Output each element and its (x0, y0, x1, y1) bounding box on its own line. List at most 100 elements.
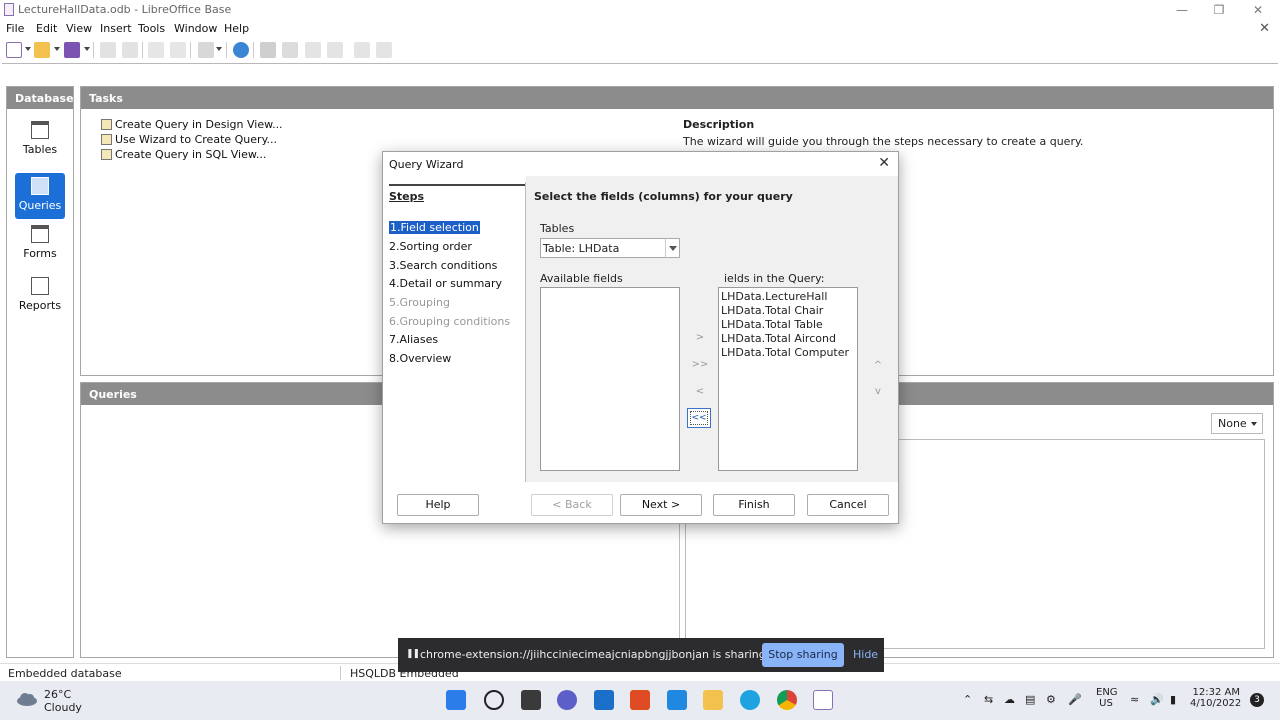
battery-icon[interactable]: ▮ (1170, 693, 1176, 706)
search-icon[interactable] (484, 690, 504, 710)
move-up-button[interactable]: ^ (866, 356, 890, 376)
panel-heading: Select the fields (columns) for your que… (534, 190, 793, 203)
move-all-right-button[interactable]: >> (688, 355, 712, 375)
form-dropdown-icon[interactable] (216, 47, 222, 51)
chrome-icon[interactable] (777, 690, 797, 710)
delete-icon[interactable] (327, 42, 343, 58)
dialog-title: Query Wizard (389, 158, 464, 171)
sort-ascending-icon[interactable] (148, 42, 164, 58)
menu-insert[interactable]: Insert (100, 22, 132, 35)
wifi-icon[interactable]: ≈ (1130, 693, 1139, 706)
step-aliases[interactable]: 7.Aliases (389, 333, 438, 346)
rename-icon[interactable] (354, 42, 370, 58)
menu-edit[interactable]: Edit (36, 22, 57, 35)
copy-icon[interactable] (100, 42, 116, 58)
list-item[interactable]: LHData.Total Chair (721, 304, 823, 317)
tables-select[interactable]: Table: LHData (540, 238, 680, 258)
store-icon[interactable] (667, 690, 687, 710)
paste-icon[interactable] (122, 42, 138, 58)
status-separator (340, 666, 341, 680)
menu-help[interactable]: Help (224, 22, 249, 35)
settings-tray-icon[interactable]: ⚙ (1046, 693, 1056, 706)
db-item-label: Tables (22, 143, 58, 156)
close-icon[interactable]: ✕ (878, 155, 890, 171)
sync-icon[interactable]: ⇆ (984, 693, 993, 706)
edge-icon[interactable] (740, 690, 760, 710)
preview-select[interactable]: None (1211, 413, 1263, 434)
menu-file[interactable]: File (6, 22, 24, 35)
step-search-conditions[interactable]: 3.Search conditions (389, 259, 497, 272)
finish-button[interactable]: Finish (713, 494, 795, 516)
available-fields-list[interactable] (540, 287, 680, 471)
new-dropdown-icon[interactable] (25, 47, 31, 51)
edit-icon[interactable] (305, 42, 321, 58)
show-hidden-icons-icon[interactable]: ⌃ (963, 693, 972, 706)
new-document-icon[interactable] (6, 42, 22, 58)
move-down-button[interactable]: v (866, 382, 890, 402)
query-design-icon[interactable] (260, 42, 276, 58)
screen-share-banner: ❚❚ chrome-extension://jiihcciniecimeajcn… (398, 638, 884, 672)
cancel-button[interactable]: Cancel (807, 494, 889, 516)
file-explorer-icon[interactable] (703, 690, 723, 710)
db-item-queries[interactable]: Queries (15, 173, 65, 219)
next-button[interactable]: Next > (620, 494, 702, 516)
open-folder-icon[interactable] (34, 42, 50, 58)
db-item-forms[interactable]: Forms (15, 221, 65, 267)
toolbar-separator (253, 42, 254, 58)
network-app-icon[interactable]: ▤ (1025, 693, 1035, 706)
preview-select-value: None (1218, 417, 1247, 430)
save-dropdown-icon[interactable] (84, 47, 90, 51)
microphone-icon[interactable]: 🎤 (1068, 693, 1082, 706)
list-item[interactable]: LHData.Total Aircond (721, 332, 836, 345)
notification-badge[interactable]: 3 (1250, 693, 1264, 707)
description-text: The wizard will guide you through the st… (683, 135, 1084, 148)
form-icon[interactable] (198, 42, 214, 58)
step-detail-summary[interactable]: 4.Detail or summary (389, 277, 502, 290)
list-item[interactable]: LHData.LectureHall (721, 290, 827, 303)
language-indicator[interactable]: ENG US (1096, 687, 1118, 709)
step-grouping-conditions: 6.Grouping conditions (389, 315, 511, 328)
chat-icon[interactable] (557, 690, 577, 710)
list-item[interactable]: LHData.Total Computer (721, 346, 849, 359)
help-icon[interactable] (233, 42, 249, 58)
sql-icon[interactable] (282, 42, 298, 58)
move-right-button[interactable]: > (688, 328, 712, 348)
menu-window[interactable]: Window (174, 22, 217, 35)
volume-icon[interactable]: 🔊 (1150, 693, 1164, 706)
restore-button[interactable]: ❐ (1209, 2, 1229, 18)
list-item[interactable]: LHData.Total Table (721, 318, 823, 331)
step-field-selection[interactable]: 1.Field selection (389, 221, 480, 234)
cloud-icon[interactable] (16, 692, 38, 706)
open-dropdown-icon[interactable] (54, 47, 60, 51)
sort-descending-icon[interactable] (170, 42, 186, 58)
move-all-left-button[interactable]: << (687, 408, 711, 428)
task-view-icon[interactable] (521, 690, 541, 710)
hide-banner-button[interactable]: Hide (853, 648, 878, 661)
start-icon[interactable] (446, 690, 466, 710)
stop-sharing-button[interactable]: Stop sharing (762, 643, 844, 667)
weather-condition[interactable]: Cloudy (44, 701, 82, 714)
close-window-button[interactable]: ✕ (1248, 2, 1268, 18)
save-icon[interactable] (64, 42, 80, 58)
close-document-icon[interactable]: ✕ (1259, 21, 1270, 36)
office-icon[interactable] (630, 690, 650, 710)
menu-view[interactable]: View (66, 22, 92, 35)
field-selection-panel: Select the fields (columns) for your que… (526, 176, 898, 482)
weather-temperature[interactable]: 26°C (44, 688, 71, 701)
step-sorting-order[interactable]: 2.Sorting order (389, 240, 472, 253)
clock[interactable]: 12:32 AM 4/10/2022 (1190, 687, 1241, 709)
step-overview[interactable]: 8.Overview (389, 352, 451, 365)
steps-panel: Steps 1.Field selection 2.Sorting order … (383, 176, 525, 482)
db-item-reports[interactable]: Reports (15, 273, 65, 319)
toolbar-separator (93, 42, 94, 58)
minimize-button[interactable]: — (1172, 2, 1192, 18)
libreoffice-base-icon[interactable] (813, 690, 833, 710)
help-button[interactable]: Help (397, 494, 479, 516)
mail-icon[interactable] (594, 690, 614, 710)
view-icon[interactable] (376, 42, 392, 58)
move-left-button[interactable]: < (688, 382, 712, 402)
menu-tools[interactable]: Tools (138, 22, 165, 35)
db-item-tables[interactable]: Tables (15, 117, 65, 163)
cloud-tray-icon[interactable]: ☁ (1004, 693, 1015, 706)
query-fields-list[interactable]: LHData.LectureHall LHData.Total Chair LH… (718, 287, 858, 471)
